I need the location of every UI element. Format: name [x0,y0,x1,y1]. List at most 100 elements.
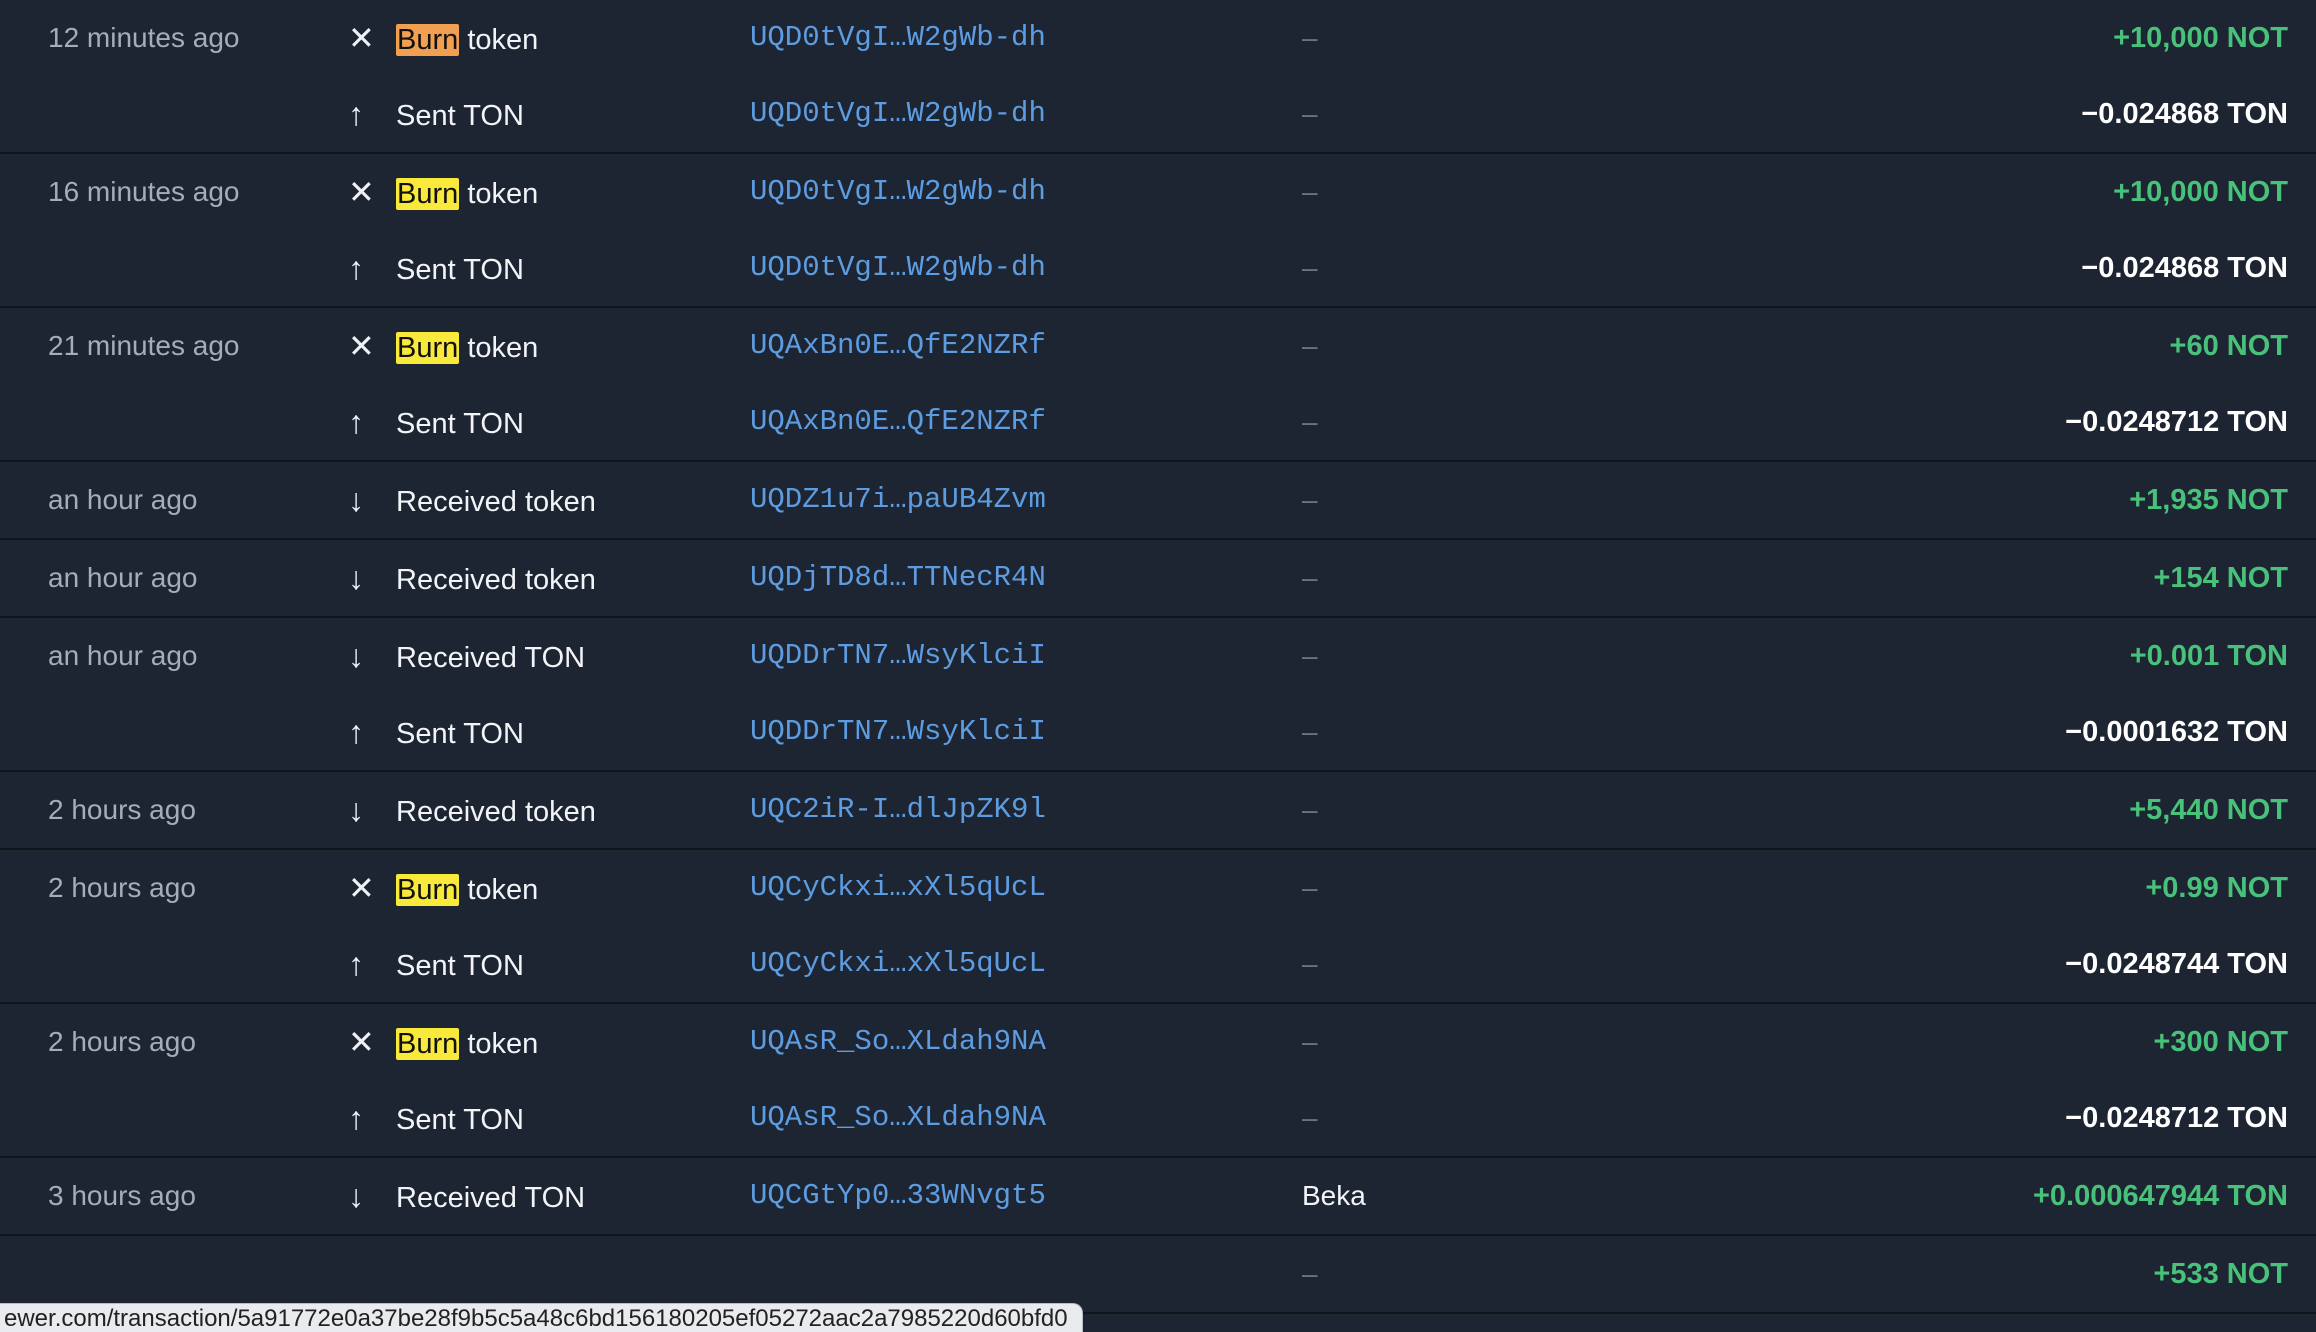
sent-arrow-icon: ↑ [348,250,364,286]
row-comment: – [1302,330,1318,361]
burn-icon: ✕ [348,1024,375,1060]
row-comment: – [1302,176,1318,207]
transaction-group[interactable]: 12 minutes ago ✕ Burn token UQD0tVgI…W2gWb-… [0,0,2316,154]
table-row[interactable]: 21 minutes ago ✕ Burn token UQAxBn0E…QfE2NZ… [0,308,2316,384]
table-row[interactable]: ↑ Sent TON UQAxBn0E…QfE2NZRf – −0.0248712 TO… [0,384,2316,460]
table-row[interactable]: 16 minutes ago ✕ Burn token UQD0tVgI…W2gWb-… [0,154,2316,230]
action-label: Sent TON [396,1104,524,1136]
row-action: ↓ Received TON [348,1158,585,1234]
highlight-mark: Burn [396,874,460,906]
row-time: 2 hours ago [48,1026,196,1057]
address-link[interactable]: UQCyCkxi…xXl5qUcL [750,850,1046,926]
highlight-mark: Burn [396,24,460,56]
row-action: ↑ Sent TON [348,1080,524,1156]
burn-icon: ✕ [348,174,375,210]
action-label: Sent TON [396,254,524,286]
address-link[interactable]: UQAsR_So…XLdah9NA [750,1004,1046,1080]
burn-icon: ✕ [348,20,375,56]
row-amount: +533 NOT [2153,1258,2288,1290]
transaction-group[interactable]: 21 minutes ago ✕ Burn token UQAxBn0E…QfE2NZ… [0,308,2316,462]
transaction-group[interactable]: an hour ago ↓ Received token UQDZ1u7i…paUB4… [0,462,2316,540]
transaction-group[interactable]: 2 hours ago ✕ Burn token UQAsR_So…XLdah9NA –… [0,1004,2316,1158]
address-link[interactable]: UQDZ1u7i…paUB4Zvm [750,462,1046,538]
highlight-mark: Burn [396,332,460,364]
row-comment: – [1302,22,1318,53]
address-link[interactable]: UQDjTD8d…TTNecR4N [750,540,1046,616]
address-link[interactable]: UQDDrTN7…WsyKlciI [750,694,1046,770]
sent-arrow-icon: ↑ [348,404,364,440]
table-row[interactable]: 12 minutes ago ✕ Burn token UQD0tVgI…W2gWb-… [0,0,2316,76]
transactions-table: 12 minutes ago ✕ Burn token UQD0tVgI…W2gWb-… [0,0,2316,1314]
address-link[interactable]: UQD0tVgI…W2gWb-dh [750,154,1046,230]
address-link[interactable]: UQAxBn0E…QfE2NZRf [750,308,1046,384]
address-link[interactable]: UQD0tVgI…W2gWb-dh [750,0,1046,76]
address-link[interactable]: UQD0tVgI…W2gWb-dh [750,230,1046,306]
address-link[interactable]: UQCGtYp0…33WNvgt5 [750,1158,1046,1234]
row-comment: Beka [1302,1180,1366,1211]
transaction-group[interactable]: 16 minutes ago ✕ Burn token UQD0tVgI…W2gWb-… [0,154,2316,308]
row-comment: – [1302,1026,1318,1057]
row-action: ↓ Received token [348,462,596,538]
row-time: an hour ago [48,640,198,671]
row-comment: – [1302,640,1318,671]
row-action: ↑ Sent TON [348,230,524,306]
row-comment: – [1302,406,1318,437]
action-label: Received TON [396,642,586,674]
address-link[interactable]: UQCyCkxi…xXl5qUcL [750,926,1046,1002]
table-row[interactable]: 3 hours ago ↓ Received TON UQCGtYp0…33WNvgt… [0,1158,2316,1234]
row-comment: – [1302,1102,1318,1133]
transaction-group[interactable]: 3 hours ago ↓ Received TON UQCGtYp0…33WNvgt… [0,1158,2316,1236]
table-row[interactable]: 2 hours ago ✕ Burn token UQCyCkxi…xXl5qUcL –… [0,850,2316,926]
row-amount: −0.0248744 TON [2065,948,2288,980]
action-label: Received token [396,796,596,828]
action-label: token [459,178,539,210]
highlight-mark: Burn [396,178,460,210]
table-row[interactable]: 2 hours ago ✕ Burn token UQAsR_So…XLdah9NA –… [0,1004,2316,1080]
action-label: Sent TON [396,408,524,440]
status-bar-url: ewer.com/transaction/5a91772e0a37be28f9b… [0,1303,1083,1332]
action-label: Sent TON [396,718,524,750]
action-label: token [459,1028,539,1060]
received-arrow-icon: ↓ [348,1178,364,1214]
row-comment: – [1302,716,1318,747]
sent-arrow-icon: ↑ [348,946,364,982]
row-amount: +5,440 NOT [2129,794,2288,826]
transaction-group[interactable]: an hour ago ↓ Received TON UQDDrTN7…WsyKlci… [0,618,2316,772]
transaction-group[interactable]: 2 hours ago ↓ Received token UQC2iR-I…dlJpZ… [0,772,2316,850]
address-link[interactable]: UQC2iR-I…dlJpZK9l [750,772,1046,848]
table-row[interactable]: ↑ Sent TON UQAsR_So…XLdah9NA – −0.0248712 TO… [0,1080,2316,1156]
address-link[interactable]: UQAxBn0E…QfE2NZRf [750,384,1046,460]
row-amount: +10,000 NOT [2113,22,2288,54]
row-time: 2 hours ago [48,872,196,903]
table-row[interactable]: 2 hours ago ↓ Received token UQC2iR-I…dlJpZ… [0,772,2316,848]
row-amount: +1,935 NOT [2129,484,2288,516]
row-time: 3 hours ago [48,1180,196,1211]
table-row[interactable]: ↑ Sent TON UQD0tVgI…W2gWb-dh – −0.024868 TON [0,76,2316,152]
row-action: ↑ Sent TON [348,384,524,460]
row-time: an hour ago [48,562,198,593]
table-row[interactable]: ↑ Sent TON UQD0tVgI…W2gWb-dh – −0.024868 TON [0,230,2316,306]
address-link[interactable]: UQAsR_So…XLdah9NA [750,1080,1046,1156]
table-row[interactable]: ↑ Sent TON UQCyCkxi…xXl5qUcL – −0.0248744 TO… [0,926,2316,1002]
row-amount: +300 NOT [2153,1026,2288,1058]
table-row[interactable]: an hour ago ↓ Received token UQDZ1u7i…paUB4… [0,462,2316,538]
table-row[interactable]: an hour ago ↓ Received TON UQDDrTN7…WsyKlci… [0,618,2316,694]
address-link[interactable]: UQD0tVgI…W2gWb-dh [750,76,1046,152]
transaction-group[interactable]: an hour ago ↓ Received token UQDjTD8d…TTNec… [0,540,2316,618]
row-time: 12 minutes ago [48,22,240,53]
row-comment: – [1302,1258,1318,1289]
burn-icon: ✕ [348,870,375,906]
table-row[interactable]: ↑ Sent TON UQDDrTN7…WsyKlciI – −0.0001632 TO… [0,694,2316,770]
table-row[interactable]: – +533 NOT [0,1236,2316,1312]
row-action: ✕ Burn token [348,850,538,926]
table-row[interactable]: an hour ago ↓ Received token UQDjTD8d…TTNec… [0,540,2316,616]
received-arrow-icon: ↓ [348,638,364,674]
transaction-group[interactable]: 2 hours ago ✕ Burn token UQCyCkxi…xXl5qUcL –… [0,850,2316,1004]
row-amount: −0.024868 TON [2081,252,2288,284]
row-action: ↑ Sent TON [348,926,524,1002]
row-action: ↓ Received TON [348,618,585,694]
received-arrow-icon: ↓ [348,792,364,828]
row-comment: – [1302,562,1318,593]
row-amount: −0.0001632 TON [2065,716,2288,748]
address-link[interactable]: UQDDrTN7…WsyKlciI [750,618,1046,694]
